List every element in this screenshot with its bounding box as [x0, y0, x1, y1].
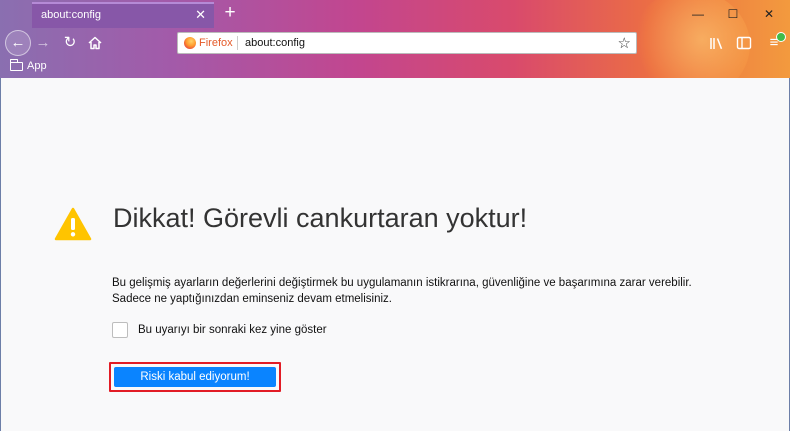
tab-close-icon[interactable]: ✕: [195, 7, 206, 23]
description-line-1: Bu gelişmiş ayarların değerlerini değişt…: [112, 277, 692, 289]
reload-icon: ↻: [63, 34, 77, 51]
new-tab-button[interactable]: +: [219, 2, 241, 26]
show-warning-checkbox-row[interactable]: Bu uyarıyı bir sonraki kez yine göster: [112, 322, 327, 338]
accept-risk-button[interactable]: Riski kabul ediyorum!: [114, 367, 276, 387]
identity-separator: [237, 36, 238, 50]
tab-about-config[interactable]: about:config ✕: [32, 2, 214, 28]
show-warning-label[interactable]: Bu uyarıyı bir sonraki kez yine göster: [138, 324, 327, 336]
firefox-logo-icon: [184, 37, 196, 49]
url-bar[interactable]: Firefox about:config ☆: [177, 32, 637, 54]
maximize-button[interactable]: ☐: [718, 4, 748, 24]
bookmark-label: App: [27, 60, 47, 72]
update-badge: [776, 32, 786, 42]
page-content: Dikkat! Görevli cankurtaran yoktur! Bu g…: [1, 78, 789, 431]
close-window-button[interactable]: ✕: [754, 4, 784, 24]
forward-button[interactable]: →: [33, 33, 53, 53]
library-button[interactable]: [706, 33, 728, 53]
minimize-button[interactable]: —: [683, 4, 713, 24]
identity-label: Firefox: [199, 37, 233, 49]
bookmark-folder-app[interactable]: App: [10, 58, 47, 72]
tab-title: about:config: [41, 9, 101, 21]
highlight-frame: Riski kabul ediyorum!: [109, 362, 281, 392]
folder-icon: [10, 58, 23, 71]
home-button[interactable]: [86, 33, 104, 53]
page-title: Dikkat! Görevli cankurtaran yoktur!: [113, 203, 528, 233]
arrow-right-icon: →: [35, 34, 51, 51]
url-input[interactable]: about:config: [245, 37, 305, 49]
warning-description: Bu gelişmiş ayarların değerlerini değişt…: [112, 275, 762, 307]
reload-button[interactable]: ↻: [61, 33, 79, 53]
bookmarks-toolbar: App: [0, 58, 790, 78]
library-icon: [710, 38, 723, 50]
star-icon[interactable]: ☆: [618, 34, 631, 52]
show-warning-checkbox[interactable]: [112, 322, 128, 338]
sidebar-icon: [736, 36, 752, 50]
arrow-left-icon: ←: [10, 34, 26, 51]
browser-chrome: about:config ✕ + — ☐ ✕ ← → ↻ Firefox abo…: [0, 0, 790, 78]
description-line-2: Sadece ne yaptığınızdan eminseniz devam …: [112, 293, 392, 305]
back-button[interactable]: ←: [5, 30, 31, 56]
home-icon: [88, 36, 102, 50]
warning-icon: [54, 207, 92, 241]
sidebar-button[interactable]: [733, 33, 755, 53]
